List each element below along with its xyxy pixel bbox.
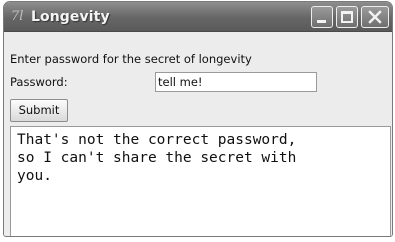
close-button[interactable] bbox=[361, 6, 389, 28]
maximize-button[interactable] bbox=[336, 6, 358, 28]
password-input[interactable] bbox=[155, 72, 317, 92]
submit-button[interactable]: Submit bbox=[10, 99, 68, 122]
instruction-text: Enter password for the secret of longevi… bbox=[10, 52, 252, 66]
app-icon: 7l bbox=[11, 9, 24, 24]
close-icon bbox=[368, 10, 382, 24]
output-text-area[interactable]: That's not the correct password, so I ca… bbox=[10, 126, 391, 236]
minimize-icon bbox=[317, 20, 326, 23]
minimize-button[interactable] bbox=[311, 6, 333, 28]
title-bar[interactable]: 7l Longevity bbox=[4, 2, 392, 32]
password-label: Password: bbox=[10, 75, 68, 89]
maximize-icon bbox=[341, 11, 353, 23]
app-window: 7l Longevity Enter password for the secr… bbox=[3, 1, 393, 237]
window-title: Longevity bbox=[31, 9, 110, 25]
